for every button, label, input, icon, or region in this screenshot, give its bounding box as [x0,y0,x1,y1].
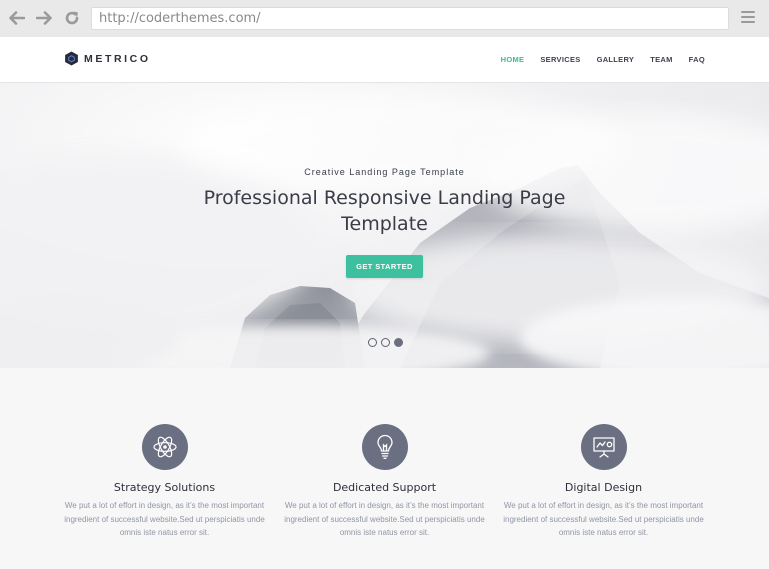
site-logo[interactable]: METRICO [64,51,151,66]
arrow-right-icon [35,11,52,25]
feature-title: Dedicated Support [332,481,437,494]
atom-icon [142,424,188,470]
hero-kicker: Creative Landing Page Template [304,167,465,177]
slider-dot-1[interactable] [368,338,377,347]
site-header: METRICO HOME SERVICES GALLERY TEAM FAQ [0,37,769,83]
hero-section: Creative Landing Page Template Professio… [0,83,769,368]
slider-dot-3[interactable] [394,338,403,347]
reload-icon [65,11,79,25]
back-button[interactable] [6,9,26,27]
hexagon-logo-icon [65,51,78,66]
nav-home[interactable]: HOME [501,55,525,64]
hamburger-menu-icon[interactable] [741,11,755,25]
presentation-board-icon [581,424,627,470]
slider-dot-2[interactable] [381,338,390,347]
nav-gallery[interactable]: GALLERY [597,55,635,64]
main-nav: HOME SERVICES GALLERY TEAM FAQ [485,55,705,64]
nav-services[interactable]: SERVICES [540,55,580,64]
feature-description: We put a lot of effort in design, as it’… [64,501,265,537]
feature-title: Strategy Solutions [113,481,216,494]
feature-description: We put a lot of effort in design, as it’… [284,501,485,537]
reload-button[interactable] [62,9,82,27]
nav-faq[interactable]: FAQ [689,55,705,64]
get-started-button[interactable]: GET STARTED [346,255,423,278]
lightbulb-icon [362,424,408,470]
slider-pagination [368,338,407,347]
logo-text: METRICO [84,52,151,65]
nav-team[interactable]: TEAM [650,55,672,64]
url-text: http://coderthemes.com/ [99,11,261,26]
arrow-left-icon [8,11,25,25]
browser-toolbar: http://coderthemes.com/ [0,0,769,37]
features-section: Strategy Solutions We put a lot of effor… [0,368,769,569]
forward-button[interactable] [34,9,54,27]
address-bar[interactable]: http://coderthemes.com/ [91,7,729,30]
feature-description: We put a lot of effort in design, as it’… [503,501,704,537]
hero-title: Professional Responsive Landing Page Tem… [203,187,566,235]
feature-title: Digital Design [564,481,643,494]
